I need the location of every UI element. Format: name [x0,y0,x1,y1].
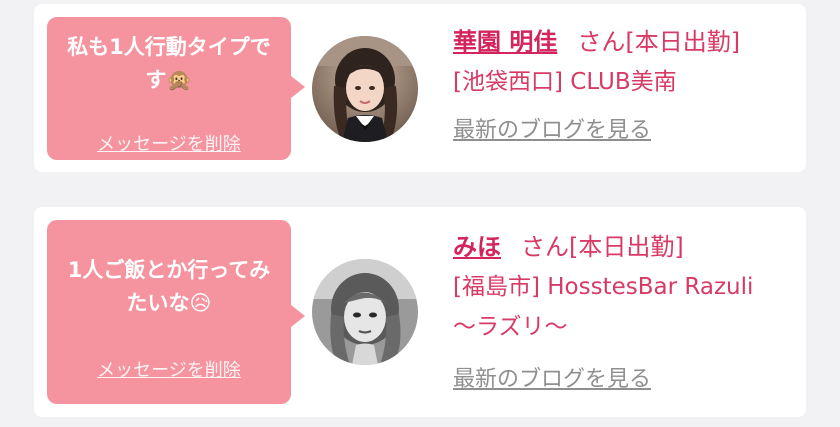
message-text: 1人ご飯とか行ってみたいな😥 [61,254,277,320]
honorific-status: さん[本日出勤] [577,28,741,56]
avatar[interactable] [312,259,418,365]
speak-no-evil-monkey-icon: 🙊 [166,68,193,92]
delete-message-link[interactable]: メッセージを削除 [47,356,291,382]
honorific-status: さん[本日出勤] [521,233,684,261]
message-body: 1人ご飯とか行ってみたいな [67,258,271,315]
avatar-photo [312,259,418,365]
avatar-photo [312,36,418,142]
delete-message-link[interactable]: メッセージを削除 [47,130,291,156]
message-bubble: 1人ご飯とか行ってみたいな😥 メッセージを削除 [47,220,305,404]
shop-name-subtitle: 〜ラズリ〜 [453,314,568,340]
sad-relieved-face-icon: 😥 [189,291,212,315]
latest-blog-link[interactable]: 最新のブログを見る [453,361,651,393]
avatar[interactable] [312,36,418,142]
cast-name-link[interactable]: みほ [453,233,501,261]
message-bubble: 私も1人行動タイプです🙊 メッセージを削除 [47,17,305,160]
message-card: 私も1人行動タイプです🙊 メッセージを削除 華園 明佳 さん[本日出勤] [池袋… [34,4,806,172]
latest-blog-link[interactable]: 最新のブログを見る [453,112,651,144]
message-text: 私も1人行動タイプです🙊 [61,31,277,97]
shop-name: [福島市] HosstesBar Razuli [453,274,754,300]
name-line: みほ さん[本日出勤] [453,227,796,267]
message-card: 1人ご飯とか行ってみたいな😥 メッセージを削除 みほ さん[本日出勤] [福島市]… [34,207,806,417]
name-line: 華園 明佳 さん[本日出勤] [453,22,796,62]
shop-name: [池袋西口] CLUB美南 [453,69,677,95]
cast-info: みほ さん[本日出勤] [福島市] HosstesBar Razuli 〜ラズリ〜… [453,227,796,393]
cast-name-link[interactable]: 華園 明佳 [453,28,557,56]
cast-info: 華園 明佳 さん[本日出勤] [池袋西口] CLUB美南 最新のブログを見る [453,22,796,144]
